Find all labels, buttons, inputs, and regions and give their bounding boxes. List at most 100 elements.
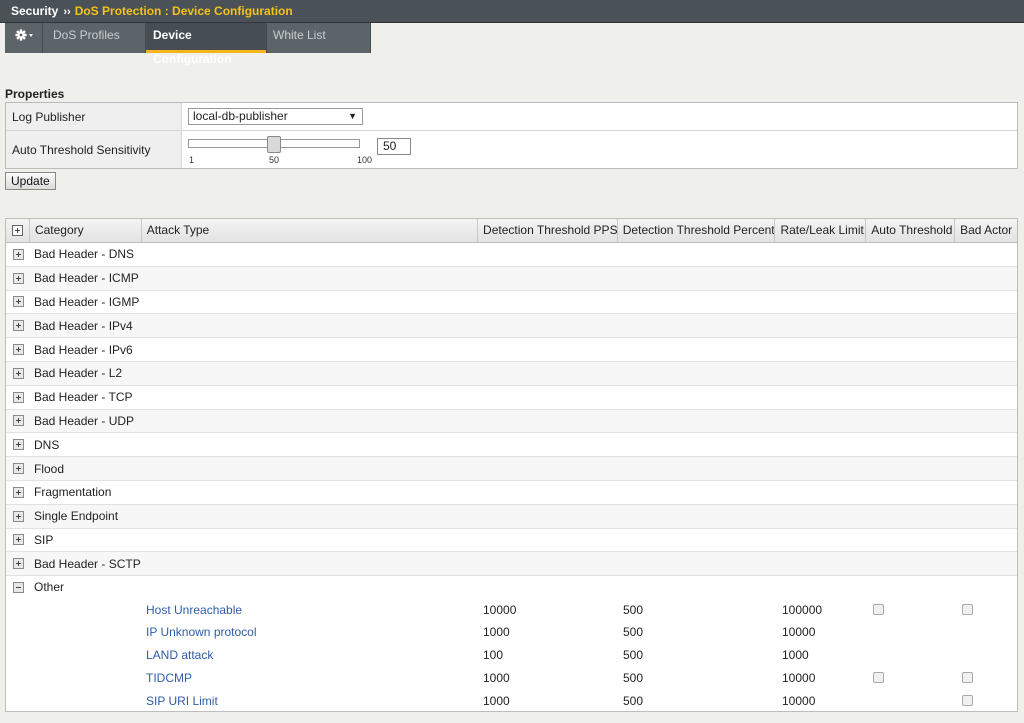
- category-row[interactable]: Bad Header - UDP: [6, 409, 1017, 434]
- column-header-bad-actor[interactable]: Bad Actor: [955, 219, 1017, 242]
- bad-actor-checkbox[interactable]: [962, 672, 973, 684]
- column-header-auto-threshold[interactable]: Auto Threshold: [866, 219, 956, 242]
- expand-all-button[interactable]: [6, 219, 30, 242]
- plus-icon: [12, 439, 24, 451]
- expand-toggle[interactable]: [6, 534, 30, 546]
- sensitivity-label: Auto Threshold Sensitivity: [6, 131, 182, 168]
- expand-toggle[interactable]: [6, 486, 30, 498]
- threshold-pps-value: 10000: [483, 602, 517, 617]
- column-header-threshold-percent[interactable]: Detection Threshold Percent: [618, 219, 776, 242]
- category-label: Bad Header - IPv4: [34, 318, 133, 333]
- properties-table: Log Publisher local-db-publisher ▼ Auto …: [5, 102, 1018, 169]
- breadcrumb-root[interactable]: Security: [11, 4, 58, 18]
- category-label: Fragmentation: [34, 485, 112, 500]
- expand-toggle[interactable]: [6, 248, 30, 260]
- log-publisher-select[interactable]: local-db-publisher ▼: [188, 108, 363, 125]
- category-row[interactable]: Bad Header - IGMP: [6, 291, 1017, 315]
- category-row[interactable]: Single Endpoint: [6, 504, 1017, 529]
- threshold-percent-value: 500: [623, 602, 644, 617]
- expand-toggle[interactable]: [6, 510, 30, 522]
- slider-thumb[interactable]: [267, 136, 281, 153]
- slider-min-label: 1: [189, 155, 195, 165]
- category-label: Bad Header - ICMP: [34, 271, 139, 286]
- category-label: Bad Header - SCTP: [34, 556, 141, 571]
- category-label: Bad Header - TCP: [34, 390, 133, 405]
- column-header-rate-leak-limit[interactable]: Rate/Leak Limit: [775, 219, 867, 242]
- tab-white-list[interactable]: White List: [267, 23, 371, 53]
- threshold-percent-value: 500: [623, 693, 644, 708]
- bad-actor-checkbox[interactable]: [962, 695, 973, 707]
- tab-dos-profiles[interactable]: DoS Profiles: [43, 23, 146, 53]
- expand-toggle[interactable]: [6, 463, 30, 475]
- column-header-threshold-pps[interactable]: Detection Threshold PPS: [478, 219, 618, 242]
- category-label: Bad Header - UDP: [34, 413, 135, 428]
- expand-toggle[interactable]: [6, 558, 30, 570]
- category-label: Single Endpoint: [34, 509, 119, 524]
- attack-type-link[interactable]: SIP URI Limit: [146, 694, 218, 708]
- slider-mid-label: 50: [269, 155, 280, 165]
- breadcrumb: Security ›› DoS Protection : Device Config…: [0, 0, 1024, 23]
- log-publisher-label: Log Publisher: [6, 103, 182, 130]
- category-label: Flood: [34, 461, 65, 476]
- expand-toggle[interactable]: [6, 272, 30, 284]
- bad-actor-checkbox[interactable]: [962, 604, 973, 616]
- auto-threshold-checkbox[interactable]: [873, 604, 884, 616]
- plus-icon: [12, 534, 24, 546]
- sensitivity-slider[interactable]: 1 50 100: [188, 136, 378, 165]
- update-button[interactable]: Update: [5, 172, 56, 190]
- expand-toggle[interactable]: [6, 320, 30, 332]
- category-row[interactable]: Bad Header - IPv4: [6, 314, 1017, 339]
- attack-grid: Category Attack Type Detection Threshold…: [5, 218, 1018, 712]
- rate-leak-limit-value: 10000: [782, 625, 816, 640]
- category-row[interactable]: Bad Header - TCP: [6, 386, 1017, 410]
- sensitivity-input[interactable]: 50: [377, 138, 411, 155]
- expand-toggle[interactable]: [6, 439, 30, 451]
- tab-device-configuration[interactable]: Device Configuration: [146, 23, 267, 66]
- column-header-category[interactable]: Category: [30, 219, 142, 242]
- column-header-attack-type[interactable]: Attack Type: [142, 219, 479, 242]
- category-label: Bad Header - IPv6: [34, 342, 133, 357]
- attack-type-link[interactable]: Host Unreachable: [146, 603, 242, 617]
- minus-icon: [12, 581, 24, 593]
- category-row[interactable]: Flood: [6, 457, 1017, 481]
- expand-toggle[interactable]: [6, 367, 30, 379]
- category-row-other[interactable]: Other: [6, 576, 1017, 599]
- rate-leak-limit-value: 10000: [782, 693, 816, 708]
- category-label: SIP: [34, 532, 54, 547]
- auto-threshold-checkbox[interactable]: [873, 672, 884, 684]
- expand-toggle[interactable]: [6, 296, 30, 308]
- attack-type-link[interactable]: IP Unknown protocol: [146, 625, 257, 639]
- expand-toggle[interactable]: [6, 415, 30, 427]
- collapse-toggle[interactable]: [6, 581, 30, 593]
- category-row[interactable]: Bad Header - ICMP: [6, 266, 1017, 291]
- attack-row: TIDCMP 1000 500 10000: [6, 667, 1017, 690]
- plus-icon: [12, 344, 24, 356]
- plus-icon: [12, 463, 24, 475]
- rate-leak-limit-value: 1000: [782, 648, 809, 663]
- threshold-percent-value: 500: [623, 625, 644, 640]
- category-row[interactable]: Bad Header - DNS: [6, 243, 1017, 267]
- plus-icon: [12, 558, 24, 570]
- gear-menu-button[interactable]: [5, 23, 43, 53]
- gear-icon: [14, 29, 33, 41]
- threshold-pps-value: 1000: [483, 670, 510, 685]
- category-row[interactable]: SIP: [6, 529, 1017, 553]
- attack-type-link[interactable]: LAND attack: [146, 648, 213, 662]
- expand-toggle[interactable]: [6, 344, 30, 356]
- plus-icon: [12, 486, 24, 498]
- attack-row: LAND attack 100 500 1000: [6, 644, 1017, 667]
- attack-type-link[interactable]: TIDCMP: [146, 671, 192, 685]
- plus-icon: [12, 391, 24, 403]
- log-publisher-row: Log Publisher local-db-publisher ▼: [6, 103, 1017, 131]
- category-label: Other: [34, 580, 65, 595]
- attack-row: SIP URI Limit 1000 500 10000: [6, 689, 1017, 711]
- category-row[interactable]: Bad Header - IPv6: [6, 338, 1017, 362]
- sensitivity-row: Auto Threshold Sensitivity 1 50 100 50: [6, 131, 1017, 168]
- category-row[interactable]: Bad Header - SCTP: [6, 552, 1017, 577]
- dropdown-arrow-icon: ▼: [348, 111, 357, 121]
- category-row[interactable]: Bad Header - L2: [6, 361, 1017, 386]
- category-row[interactable]: Fragmentation: [6, 481, 1017, 505]
- expand-toggle[interactable]: [6, 391, 30, 403]
- rate-leak-limit-value: 100000: [782, 602, 823, 617]
- category-row[interactable]: DNS: [6, 433, 1017, 458]
